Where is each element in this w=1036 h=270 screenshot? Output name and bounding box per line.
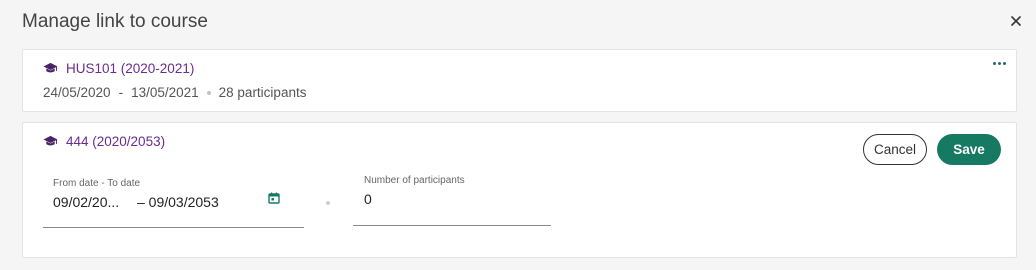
course-end-date: 13/05/2021	[131, 85, 199, 100]
participants-input[interactable]: 0	[364, 191, 372, 207]
save-button[interactable]: Save	[937, 134, 1001, 165]
from-date-value[interactable]: 09/02/20...	[53, 194, 119, 210]
close-icon[interactable]	[1008, 13, 1024, 29]
graduation-cap-icon	[43, 135, 58, 146]
calendar-icon[interactable]	[268, 192, 280, 204]
edit-course-link[interactable]: 444 (2020/2053)	[66, 134, 165, 149]
participants-underline	[353, 225, 551, 226]
to-date-value[interactable]: – 09/03/2053	[137, 194, 219, 210]
linked-course-header: HUS101 (2020-2021)	[43, 61, 194, 76]
course-start-date: 24/05/2020	[43, 85, 111, 100]
cancel-button[interactable]: Cancel	[863, 134, 927, 165]
dialog-title: Manage link to course	[22, 11, 208, 32]
linked-course-card: HUS101 (2020-2021) 24/05/2020 - 13/05/20…	[22, 49, 1017, 112]
date-range-underline	[43, 227, 304, 228]
edit-course-header: 444 (2020/2053)	[43, 134, 165, 149]
linked-course-link[interactable]: HUS101 (2020-2021)	[66, 61, 194, 76]
graduation-cap-icon	[43, 62, 58, 73]
participants-label: Number of participants	[364, 175, 465, 186]
edit-course-card: 444 (2020/2053) Cancel Save From date - …	[22, 122, 1017, 258]
linked-course-meta: 24/05/2020 - 13/05/2021 28 participants	[43, 85, 306, 100]
participants-count: 28 participants	[218, 85, 307, 100]
date-separator: -	[118, 85, 124, 100]
date-range-label: From date - To date	[53, 178, 141, 189]
more-horizontal-icon[interactable]	[993, 62, 1006, 65]
meta-separator-dot	[206, 90, 211, 95]
field-separator-dot	[326, 201, 330, 205]
